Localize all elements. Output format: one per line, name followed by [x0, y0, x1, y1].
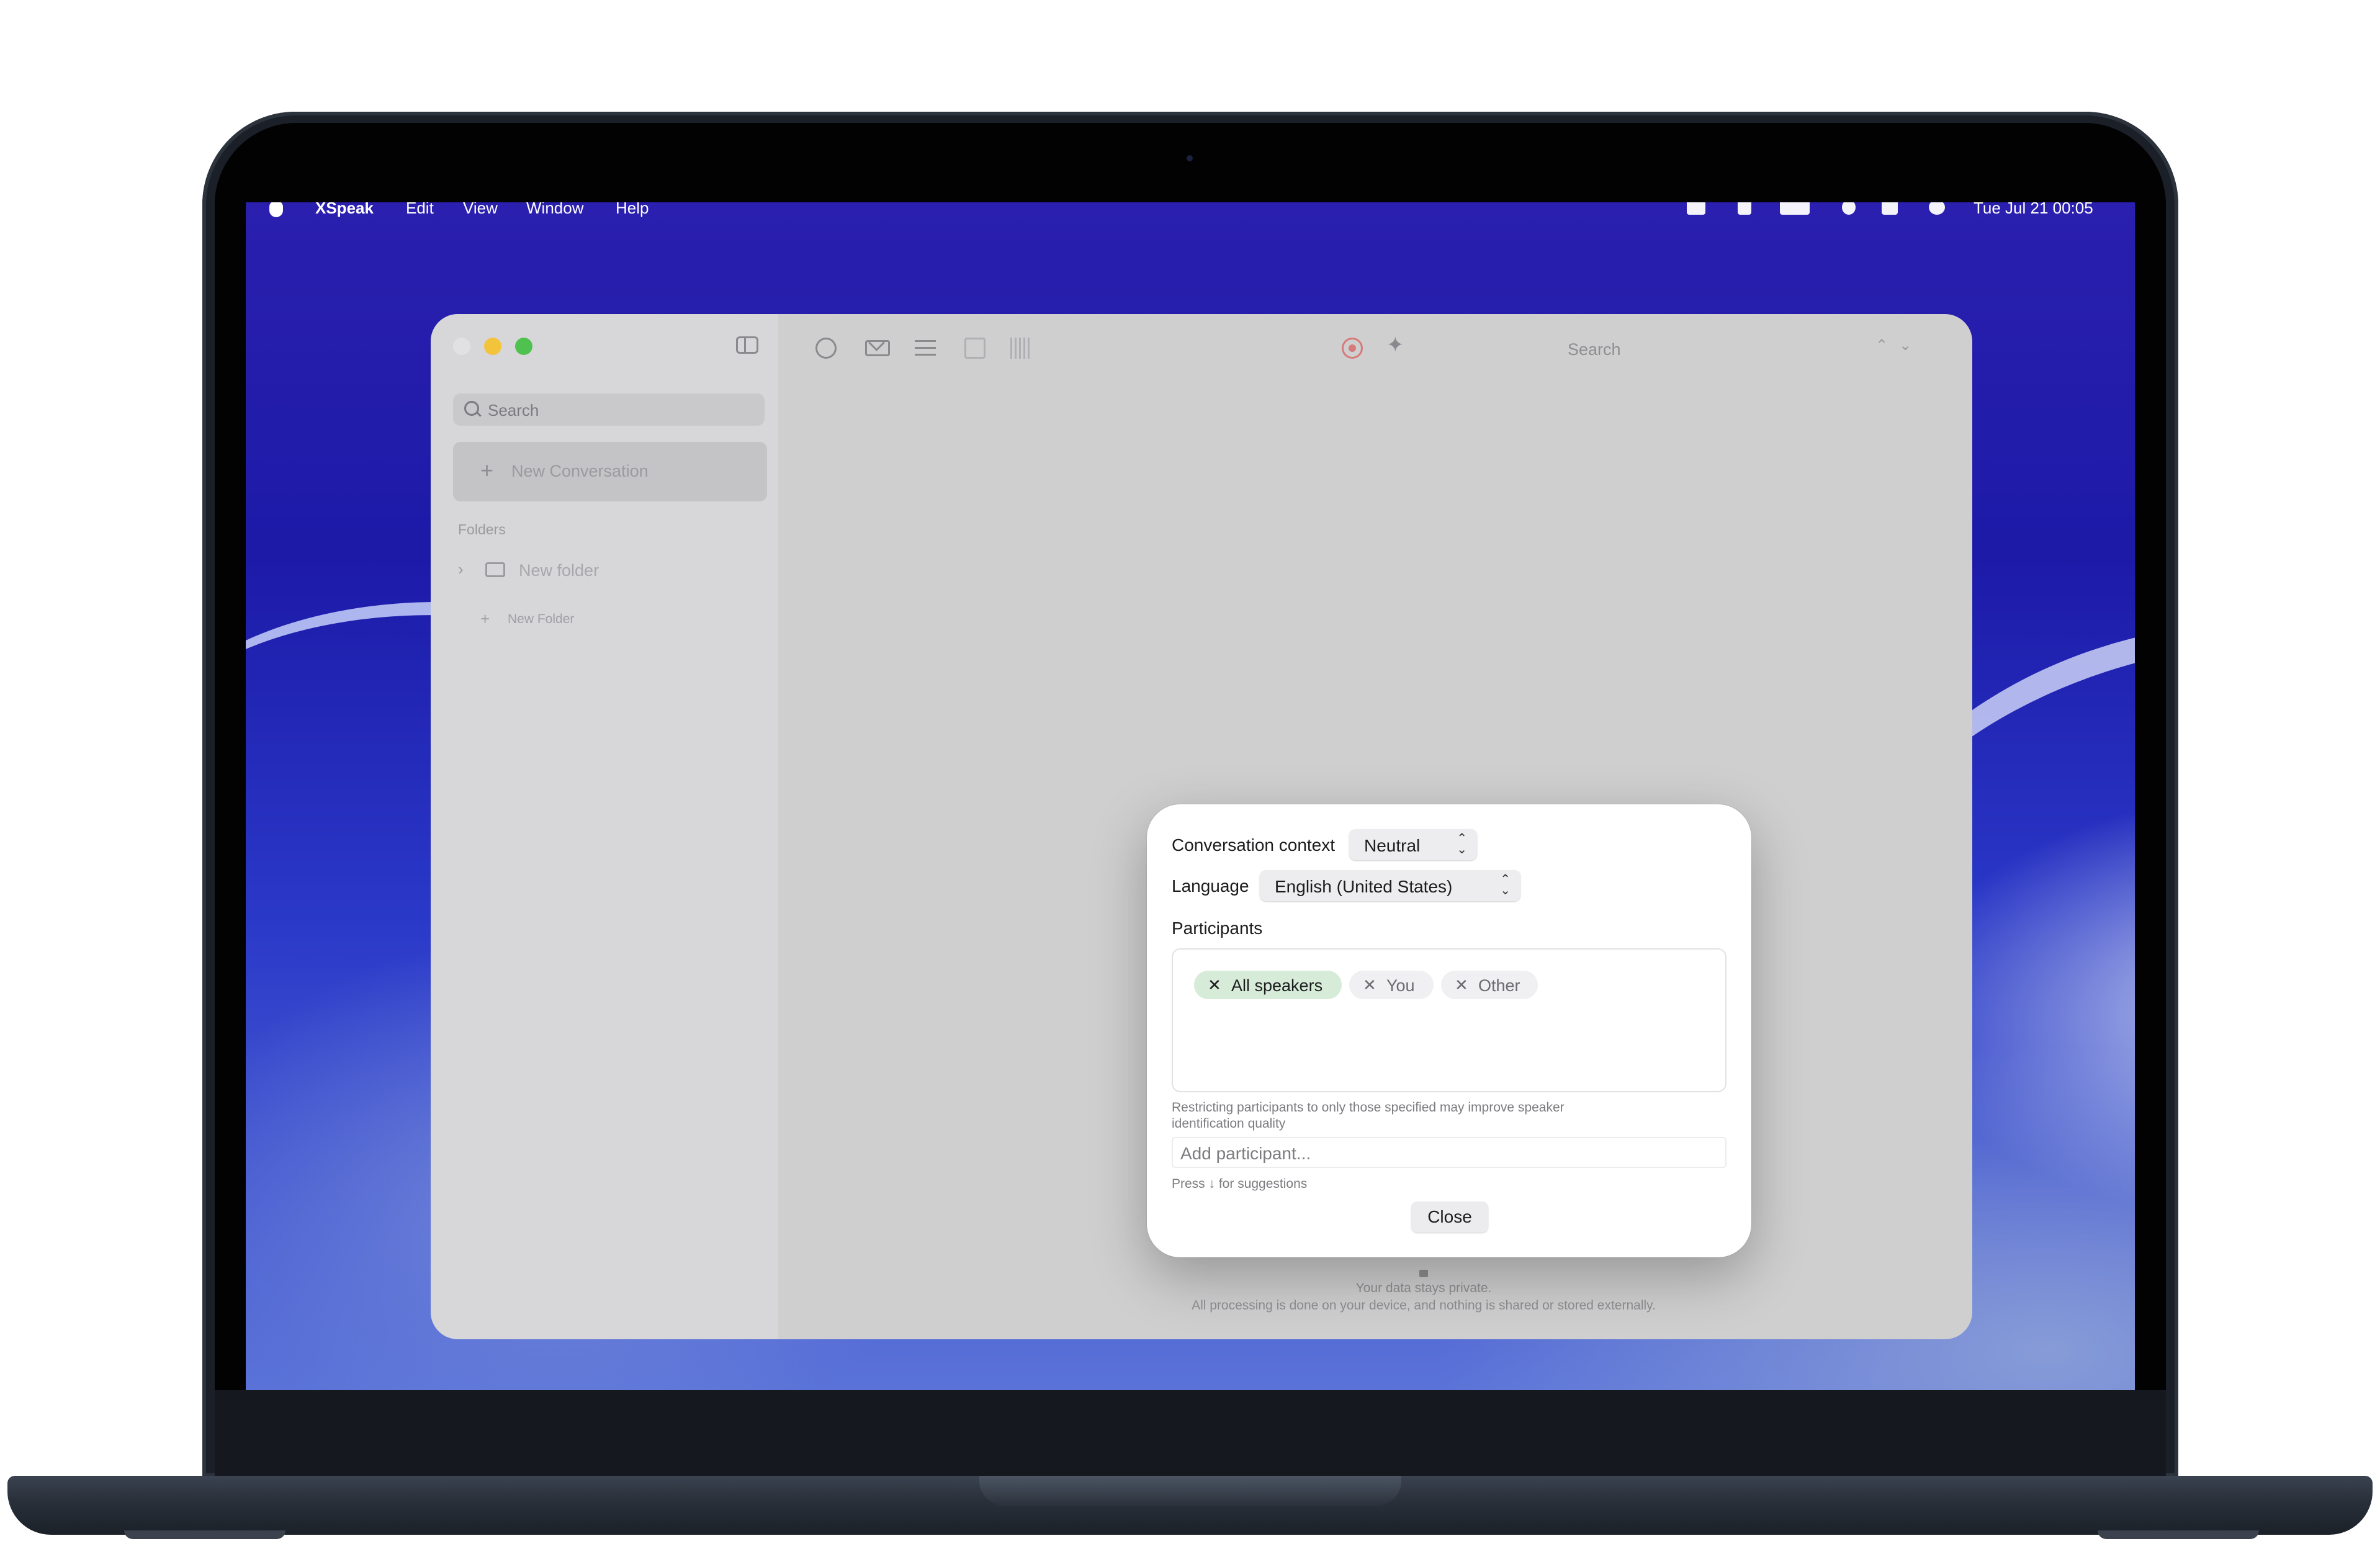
- new-conversation-label: New Conversation: [511, 462, 649, 480]
- new-conversation-button[interactable]: + New Conversation: [453, 442, 767, 501]
- add-participant-placeholder: Add participant...: [1180, 1144, 1311, 1163]
- waveform-icon[interactable]: [1010, 338, 1031, 359]
- privacy-line-1: Your data stays private.: [1355, 1281, 1492, 1295]
- add-participant-input[interactable]: Add participant...: [1172, 1137, 1727, 1168]
- camera-icon: [1187, 155, 1193, 161]
- menu-edit[interactable]: Edit: [406, 202, 434, 218]
- up-down-chevron-icon: ⌃ ⌄: [1457, 832, 1467, 856]
- close-button[interactable]: Close: [1411, 1201, 1488, 1233]
- laptop-foot: [124, 1530, 285, 1539]
- apple-logo-icon[interactable]: [269, 202, 283, 217]
- plus-icon: +: [480, 609, 490, 628]
- menu-view[interactable]: View: [463, 202, 498, 218]
- language-select[interactable]: English (United States) ⌃ ⌄: [1260, 870, 1520, 901]
- remove-chip-icon[interactable]: ✕: [1363, 976, 1376, 995]
- sliders-icon[interactable]: [915, 340, 936, 357]
- conversation-context-select[interactable]: Neutral ⌃ ⌄: [1349, 829, 1477, 860]
- sidebar-search-input[interactable]: Search: [453, 393, 765, 426]
- conversation-context-label: Conversation context: [1172, 835, 1336, 855]
- spotlight-search-icon[interactable]: [1842, 202, 1856, 215]
- menu-clock[interactable]: Tue Jul 21 00:05: [1974, 202, 2093, 218]
- language-value: English (United States): [1275, 877, 1453, 896]
- chip-label: Other: [1478, 976, 1520, 995]
- language-label: Language: [1172, 876, 1249, 896]
- siri-icon[interactable]: [1929, 202, 1945, 215]
- desktop-screen: XSpeak Edit View Window Help Tue Jul 21 …: [246, 202, 2135, 1390]
- wifi-icon[interactable]: [1738, 202, 1751, 215]
- gauge-icon[interactable]: [815, 338, 837, 359]
- sparkle-icon[interactable]: ✦: [1386, 333, 1408, 357]
- remove-chip-icon[interactable]: ✕: [1208, 976, 1221, 995]
- participants-label: Participants: [1172, 918, 1263, 938]
- sidebar-search-placeholder: Search: [488, 401, 539, 420]
- up-down-chevron-icon: ⌃ ⌄: [1500, 873, 1511, 897]
- battery-icon[interactable]: [1780, 202, 1810, 215]
- folder-item[interactable]: › New folder: [458, 560, 756, 585]
- privacy-notice: Your data stays private. All processing …: [989, 1270, 1858, 1314]
- sidebar-toggle-icon[interactable]: [736, 336, 758, 354]
- lock-icon: [1419, 1270, 1428, 1277]
- restriction-hint: Restricting participants to only those s…: [1172, 1100, 1565, 1131]
- participant-chip-all-speakers[interactable]: ✕ All speakers: [1194, 971, 1342, 999]
- minimize-window-button[interactable]: [484, 338, 501, 355]
- search-navigation-arrows[interactable]: ⌃⌄: [1875, 336, 1923, 354]
- record-icon[interactable]: [1342, 338, 1363, 359]
- menu-window[interactable]: Window: [526, 202, 583, 218]
- toolbar-search-input[interactable]: Search: [1568, 340, 1621, 359]
- chevron-right-icon[interactable]: ›: [458, 560, 464, 579]
- keyboard-input-icon[interactable]: [1687, 202, 1705, 215]
- menu-help[interactable]: Help: [616, 202, 649, 218]
- menu-app-name[interactable]: XSpeak: [315, 202, 374, 218]
- participant-chip-other[interactable]: ✕ Other: [1441, 971, 1538, 999]
- conversation-context-value: Neutral: [1364, 836, 1421, 855]
- chip-label: All speakers: [1231, 976, 1323, 995]
- close-window-button[interactable]: [453, 338, 470, 355]
- remove-chip-icon[interactable]: ✕: [1455, 976, 1468, 995]
- menu-bar: XSpeak Edit View Window Help Tue Jul 21 …: [246, 202, 2135, 220]
- laptop-chin: [215, 1390, 2166, 1477]
- control-center-icon[interactable]: [1882, 202, 1898, 215]
- folder-label: New folder: [519, 561, 599, 580]
- new-folder-label: New Folder: [508, 612, 575, 626]
- privacy-line-2: All processing is done on your device, a…: [1192, 1298, 1656, 1313]
- sidebar: Search + New Conversation Folders › New …: [431, 314, 778, 1339]
- folders-heading: Folders: [458, 521, 506, 537]
- chip-label: You: [1386, 976, 1415, 995]
- participants-token-field[interactable]: ✕ All speakers ✕ You ✕ Other: [1172, 948, 1727, 1092]
- suggestions-hint: Press ↓ for suggestions: [1172, 1177, 1308, 1191]
- conversation-settings-dialog: Conversation context Neutral ⌃ ⌄ Language…: [1147, 804, 1751, 1257]
- mail-icon[interactable]: [865, 340, 890, 356]
- copy-icon[interactable]: [964, 338, 986, 359]
- participant-chip-you[interactable]: ✕ You: [1349, 971, 1434, 999]
- laptop-foot: [2098, 1530, 2259, 1539]
- zoom-window-button[interactable]: [515, 338, 532, 355]
- folder-icon: [485, 562, 505, 577]
- search-icon: [464, 401, 479, 416]
- laptop-hinge-notch: [979, 1476, 1401, 1506]
- plus-icon: +: [480, 457, 494, 483]
